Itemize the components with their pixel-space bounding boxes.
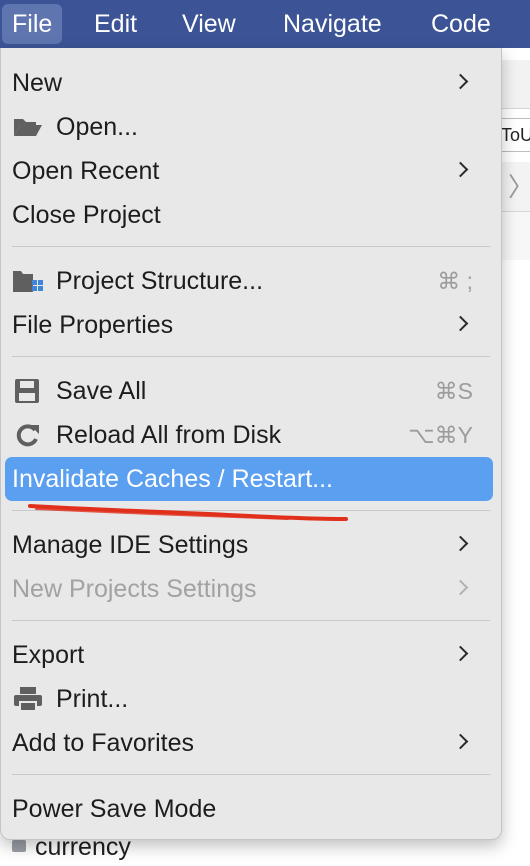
folder-icon <box>12 840 26 852</box>
chevron-right-icon <box>452 535 469 552</box>
menu-separator <box>12 356 490 357</box>
chevron-right-icon <box>452 315 469 332</box>
keyboard-shortcut: ⌘S <box>434 378 473 404</box>
editor-tab-fragment[interactable]: ToU <box>500 118 530 152</box>
menu-item-label: File Properties <box>12 311 174 339</box>
editor-tab-label: ToU <box>501 125 530 145</box>
editor-toolbar-fragment <box>500 60 530 109</box>
menu-item-label: Add to Favorites <box>12 729 195 757</box>
menu-file[interactable]: File <box>2 4 63 44</box>
menu-item-label: Save All <box>56 377 147 405</box>
menu-item-label: Project Structure... <box>56 267 264 295</box>
menu-item-reload-all[interactable]: Reload All from Disk ⌥⌘Y <box>1 413 501 457</box>
menu-bar: File Edit View Navigate Code <box>0 0 530 48</box>
menu-item-label: Export <box>12 641 85 669</box>
menu-item-label: Open Recent <box>12 157 160 185</box>
menu-separator <box>12 246 490 247</box>
menu-item-label: Invalidate Caches / Restart... <box>12 465 333 493</box>
folder-open-icon <box>14 119 42 136</box>
keyboard-shortcut: ⌘ ; <box>437 268 473 294</box>
reload-icon <box>16 424 39 447</box>
chevron-right-icon <box>452 73 469 90</box>
menu-item-file-properties[interactable]: File Properties <box>1 303 501 347</box>
menu-item-new[interactable]: New <box>1 61 501 105</box>
menu-item-label: Manage IDE Settings <box>12 531 249 559</box>
printer-icon <box>14 687 42 712</box>
menu-separator <box>12 620 490 621</box>
menu-item-label: Power Save Mode <box>12 795 217 823</box>
keyboard-shortcut: ⌥⌘Y <box>408 422 473 448</box>
project-structure-icon <box>13 271 43 292</box>
menu-separator <box>12 774 490 775</box>
menu-item-label: Reload All from Disk <box>56 421 282 449</box>
breadcrumb-chevron-icon: 〉 <box>508 172 530 202</box>
menu-code[interactable]: Code <box>421 4 501 44</box>
menu-item-open-recent[interactable]: Open Recent <box>1 149 501 193</box>
menu-view[interactable]: View <box>172 4 246 44</box>
menu-item-new-projects-settings: New Projects Settings <box>1 567 501 611</box>
menu-item-label: New Projects Settings <box>12 575 257 603</box>
menu-item-manage-ide-settings[interactable]: Manage IDE Settings <box>1 523 501 567</box>
menu-item-open[interactable]: Open... <box>1 105 501 149</box>
menu-item-print[interactable]: Print... <box>1 677 501 721</box>
menu-item-invalidate-caches[interactable]: Invalidate Caches / Restart... <box>5 457 493 501</box>
menu-item-project-structure[interactable]: Project Structure... ⌘ ; <box>1 259 501 303</box>
editor-panel-fragment <box>500 212 530 260</box>
file-menu-dropdown: New Open... Open Recent Close Project Pr… <box>0 48 502 840</box>
menu-item-save-all[interactable]: Save All ⌘S <box>1 369 501 413</box>
chevron-right-icon <box>452 733 469 750</box>
chevron-right-icon <box>452 161 469 178</box>
menu-item-export[interactable]: Export <box>1 633 501 677</box>
menu-item-add-to-favorites[interactable]: Add to Favorites <box>1 721 501 765</box>
menu-edit[interactable]: Edit <box>84 4 147 44</box>
menu-navigate[interactable]: Navigate <box>273 4 392 44</box>
menu-item-power-save-mode[interactable]: Power Save Mode <box>1 787 501 831</box>
chevron-right-icon <box>452 645 469 662</box>
menu-item-label: New <box>12 69 63 97</box>
menu-item-label: Print... <box>56 685 129 713</box>
save-icon <box>15 379 39 403</box>
chevron-right-icon <box>452 579 469 596</box>
menu-item-label: Close Project <box>12 201 161 229</box>
menu-item-label: Open... <box>56 113 138 141</box>
red-underline-annotation <box>28 504 348 521</box>
menu-item-close-project[interactable]: Close Project <box>1 193 501 237</box>
breadcrumb-fragment: 〉 <box>500 162 530 212</box>
